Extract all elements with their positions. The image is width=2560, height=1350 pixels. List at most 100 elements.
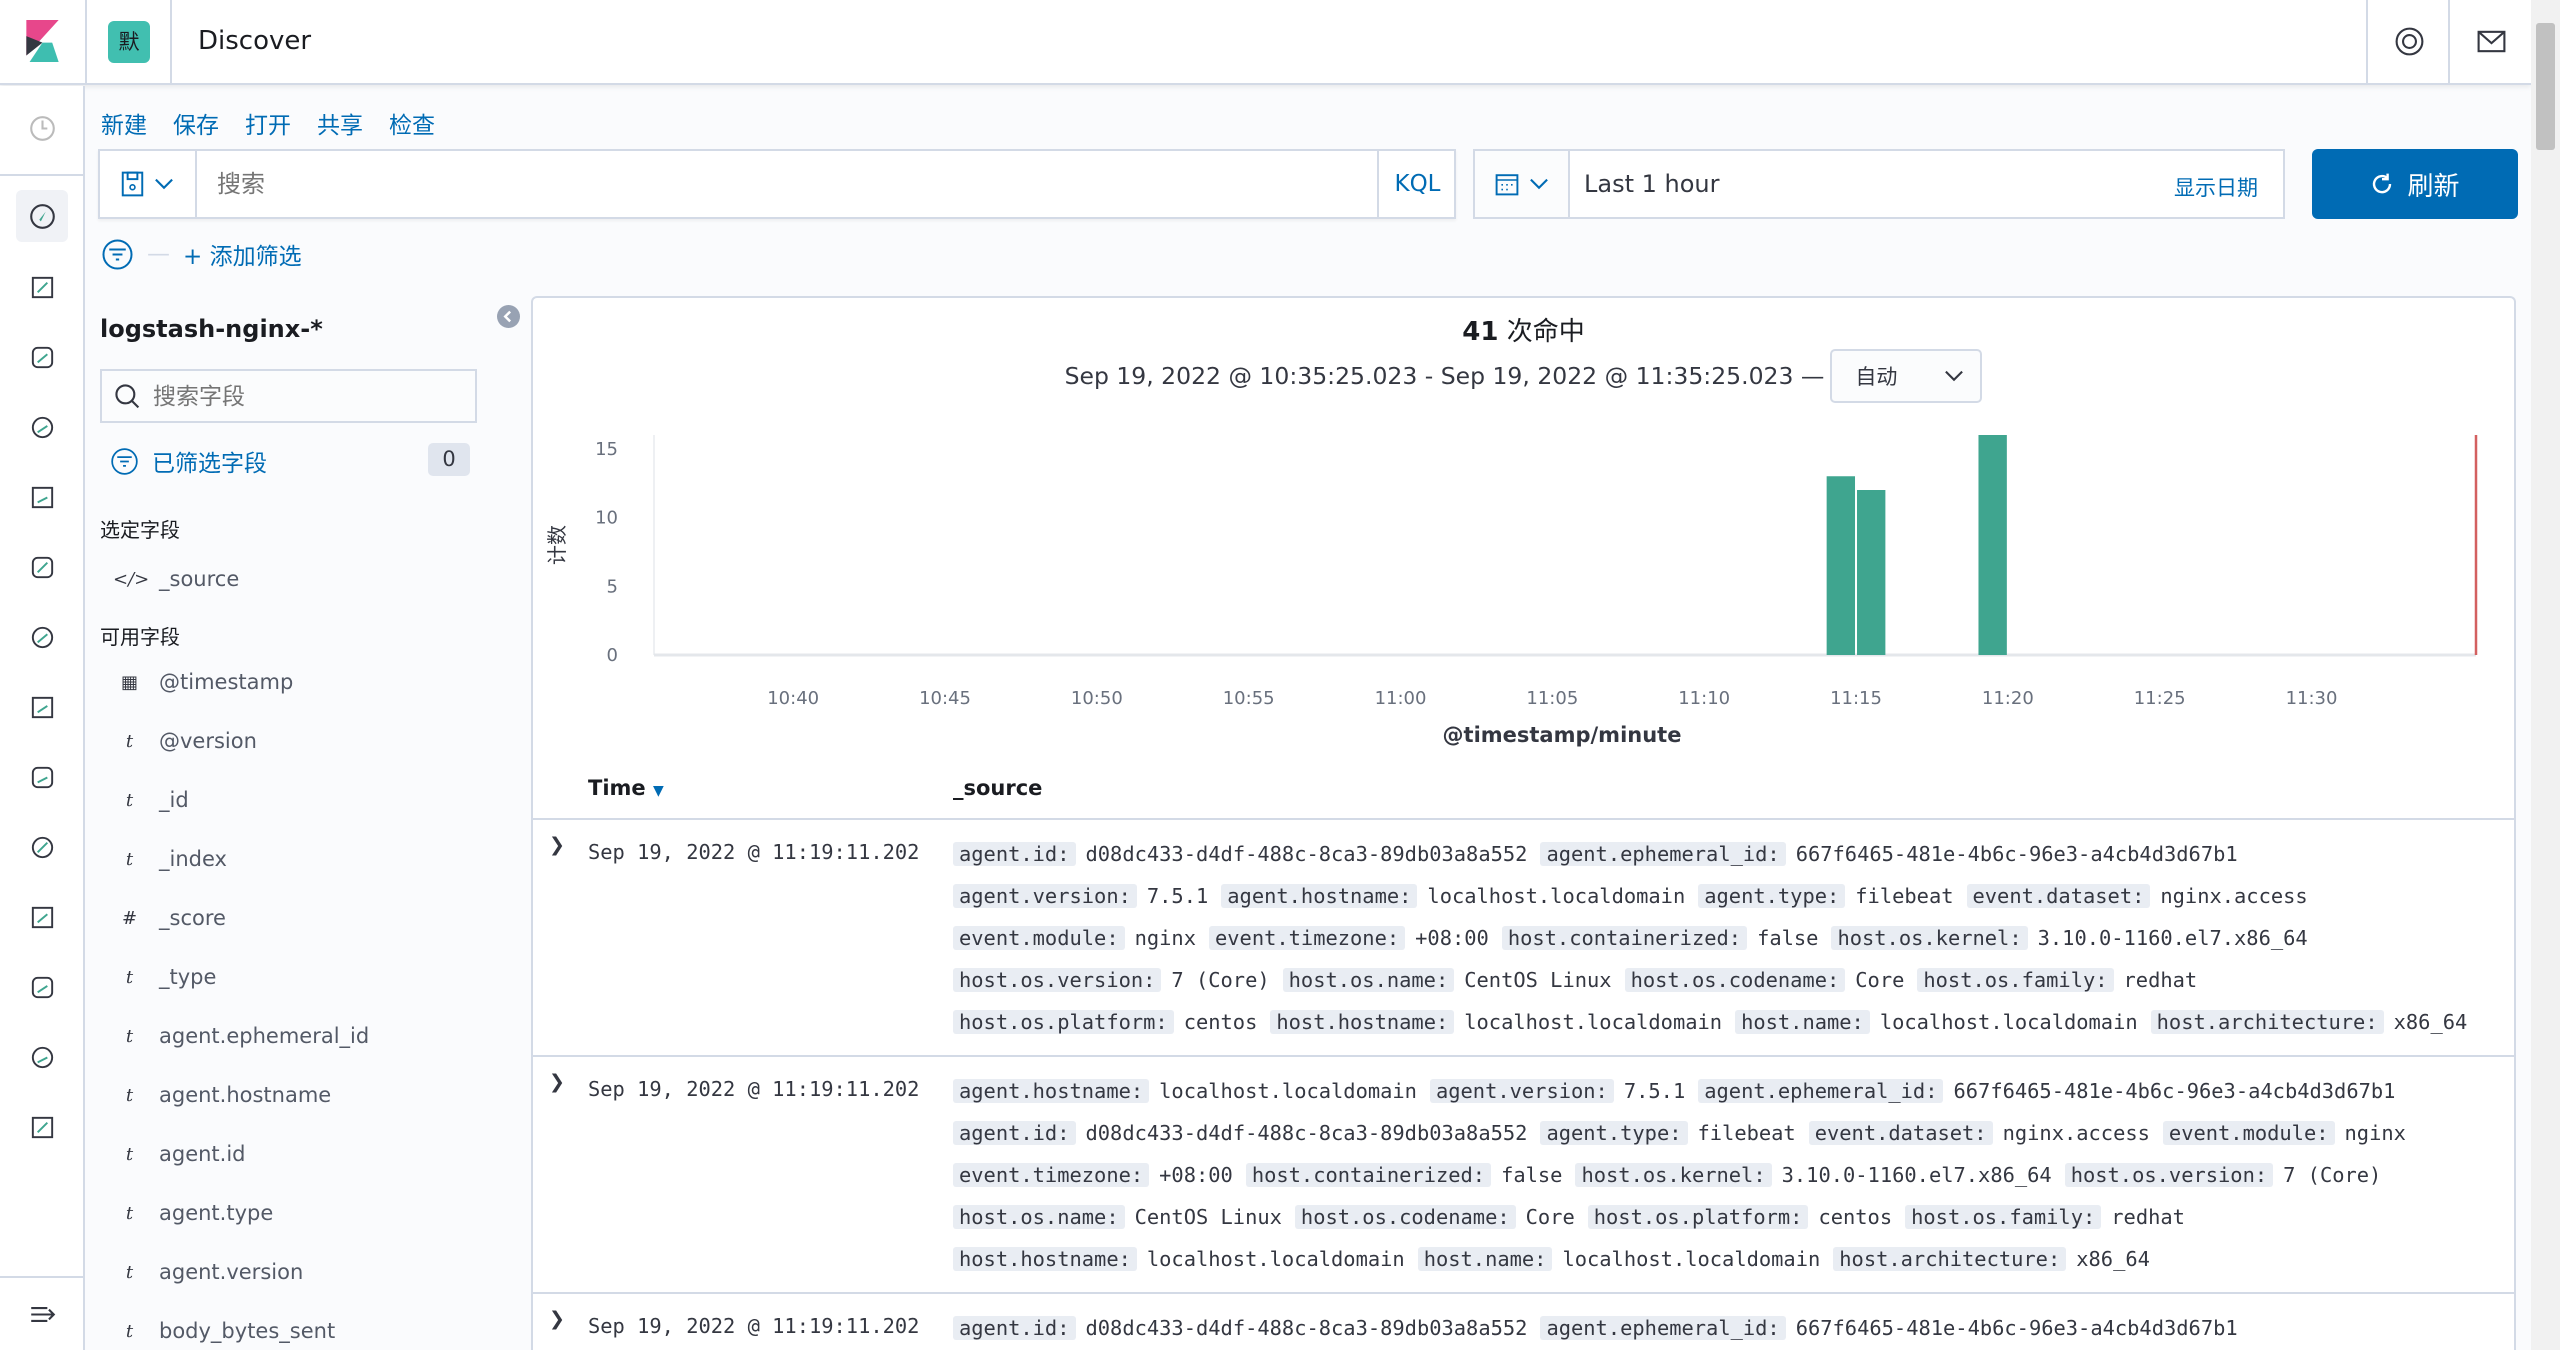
menu-open[interactable]: 打开 <box>245 113 291 139</box>
field-key: host.os.codename: <box>1624 968 1846 992</box>
nav-dev-tools[interactable] <box>16 891 68 943</box>
field-value: centos <box>1818 1205 1893 1229</box>
source-field: agent.id: d08dc433-d4df-488c-8ca3-89db03a… <box>953 1310 1540 1346</box>
nav-discover[interactable] <box>16 190 68 242</box>
saved-query-button[interactable] <box>100 151 197 217</box>
expand-row-icon[interactable]: ❯ <box>549 1308 565 1330</box>
menu-save[interactable]: 保存 <box>173 113 219 139</box>
field-value: d08dc433-d4df-488c-8ca3-89db03a8a552 <box>1085 1316 1528 1340</box>
x-tick-label: 10:50 <box>1071 688 1123 709</box>
source-field: agent.version: 7.5.1 <box>953 878 1221 914</box>
source-field: agent.hostname: localhost.localdomain <box>1221 878 1698 914</box>
source-field: event.timezone: +08:00 <box>953 1157 1246 1193</box>
field-value: centos <box>1183 1010 1258 1034</box>
page-scrollbar[interactable] <box>2531 0 2560 1350</box>
nav-apm[interactable] <box>16 751 68 803</box>
string-type-icon: t <box>125 1203 134 1224</box>
filter-options-icon[interactable] <box>101 238 134 271</box>
expand-row-icon[interactable]: ❯ <box>549 834 565 856</box>
field-item[interactable]: # _score <box>113 906 226 931</box>
filtered-fields-toggle[interactable]: 已筛选字段 <box>110 444 267 478</box>
nav-visualize[interactable] <box>16 261 68 313</box>
field-item[interactable]: t @version <box>113 729 257 754</box>
interval-select[interactable]: 自动 <box>1830 349 1983 403</box>
field-item[interactable]: t _index <box>113 847 227 872</box>
field-key: agent.ephemeral_id: <box>1540 1316 1786 1340</box>
field-item[interactable]: ▦ @timestamp <box>113 670 293 695</box>
nav-expand[interactable] <box>16 1288 68 1340</box>
source-field: event.dataset: nginx.access <box>1966 878 2321 914</box>
menu-new[interactable]: 新建 <box>101 113 147 139</box>
nav-logs[interactable] <box>16 681 68 733</box>
expand-row-icon[interactable]: ❯ <box>549 1071 565 1093</box>
field-key: host.os.name: <box>1282 968 1455 992</box>
kql-toggle[interactable]: KQL <box>1377 151 1456 217</box>
sort-down-icon[interactable]: ▼ <box>653 783 664 799</box>
field-item[interactable]: t agent.version <box>113 1260 303 1285</box>
field-value: nginx <box>1134 926 1196 950</box>
nav-uptime[interactable] <box>16 821 68 873</box>
source-field: event.timezone: +08:00 <box>1208 920 1502 956</box>
source-field: event.module: nginx <box>2162 1115 2419 1151</box>
y-tick-label: 0 <box>607 645 618 666</box>
field-item[interactable]: t agent.type <box>113 1201 273 1226</box>
field-value: localhost.localdomain <box>1464 1010 1723 1034</box>
nav-maps[interactable] <box>16 471 68 523</box>
string-type-icon: t <box>125 1144 134 1165</box>
quick-select-button[interactable] <box>1475 151 1570 217</box>
nav-stack-monitoring[interactable] <box>16 961 68 1013</box>
mail-button[interactable] <box>2448 0 2532 83</box>
field-value: 7 (Core) <box>1171 968 1270 992</box>
results-panel: 41 次命中 Sep 19, 2022 @ 10:35:25.023 - Sep… <box>531 296 2516 1350</box>
menu-inspect[interactable]: 检查 <box>389 113 435 139</box>
field-name: agent.version <box>159 1260 304 1284</box>
menu-share[interactable]: 共享 <box>317 113 363 139</box>
nav-canvas[interactable] <box>16 401 68 453</box>
nav-dashboard[interactable] <box>16 331 68 383</box>
nav-heartbeat[interactable] <box>16 1031 68 1083</box>
source-field: host.os.kernel: 3.10.0-1160.el7.x86_64 <box>1831 920 2320 956</box>
nav-siem[interactable] <box>16 611 68 663</box>
histogram-chart[interactable]: 0 5 10 15 10:40 10:45 10:50 10:55 11:00 11:05 11:1… <box>533 412 2514 763</box>
column-time-header[interactable]: Time ▼ <box>588 776 664 800</box>
stack-monitoring-icon <box>31 976 53 998</box>
collapse-sidebar-button[interactable] <box>497 305 520 328</box>
field-value: 7.5.1 <box>1623 1079 1686 1103</box>
space-avatar[interactable]: 默 <box>108 21 150 63</box>
kibana-logo[interactable] <box>26 20 59 62</box>
index-pattern-title[interactable]: logstash-nginx-* <box>100 315 323 343</box>
field-search-input[interactable] <box>151 371 473 423</box>
field-key: host.os.kernel: <box>1575 1163 1772 1187</box>
x-tick-label: 11:25 <box>2134 688 2186 709</box>
refresh-button[interactable]: 刷新 <box>2312 149 2518 219</box>
source-field: agent.type: filebeat <box>1698 878 1966 914</box>
nav-ml[interactable] <box>16 541 68 593</box>
code-icon: </> <box>113 569 150 590</box>
add-filter-button[interactable]: + 添加筛选 <box>183 237 302 271</box>
source-field: host.containerized: false <box>1245 1157 1576 1193</box>
top-header: 默 Discover <box>0 0 2531 85</box>
number-type-icon: # <box>121 908 138 929</box>
nav-management[interactable] <box>16 1101 68 1153</box>
visualize-icon <box>31 276 53 298</box>
time-range-value[interactable]: Last 1 hour <box>1584 170 1720 198</box>
x-tick-label: 11:15 <box>1830 688 1882 709</box>
separator: — <box>147 241 170 267</box>
field-item[interactable]: t agent.ephemeral_id <box>113 1024 369 1049</box>
time-header-label: Time <box>588 776 646 800</box>
field-item[interactable]: </> _source <box>113 567 239 592</box>
show-dates-link[interactable]: 显示日期 <box>2174 172 2258 202</box>
field-item[interactable]: t agent.hostname <box>113 1083 331 1108</box>
field-item[interactable]: t body_bytes_sent <box>113 1319 335 1344</box>
search-input[interactable] <box>197 151 1373 217</box>
source-field: host.os.family: redhat <box>1905 1199 2198 1235</box>
field-item[interactable]: t _type <box>113 965 217 990</box>
scrollbar-thumb[interactable] <box>2536 23 2555 150</box>
field-item[interactable]: t agent.id <box>113 1142 246 1167</box>
field-item[interactable]: t _id <box>113 788 189 813</box>
source-field: host.hostname: localhost.localdomain <box>953 1241 1418 1277</box>
help-button[interactable] <box>2366 0 2450 83</box>
chevron-down-icon <box>155 178 173 189</box>
field-key: event.timezone: <box>1208 926 1406 950</box>
nav-recent[interactable] <box>16 102 68 154</box>
